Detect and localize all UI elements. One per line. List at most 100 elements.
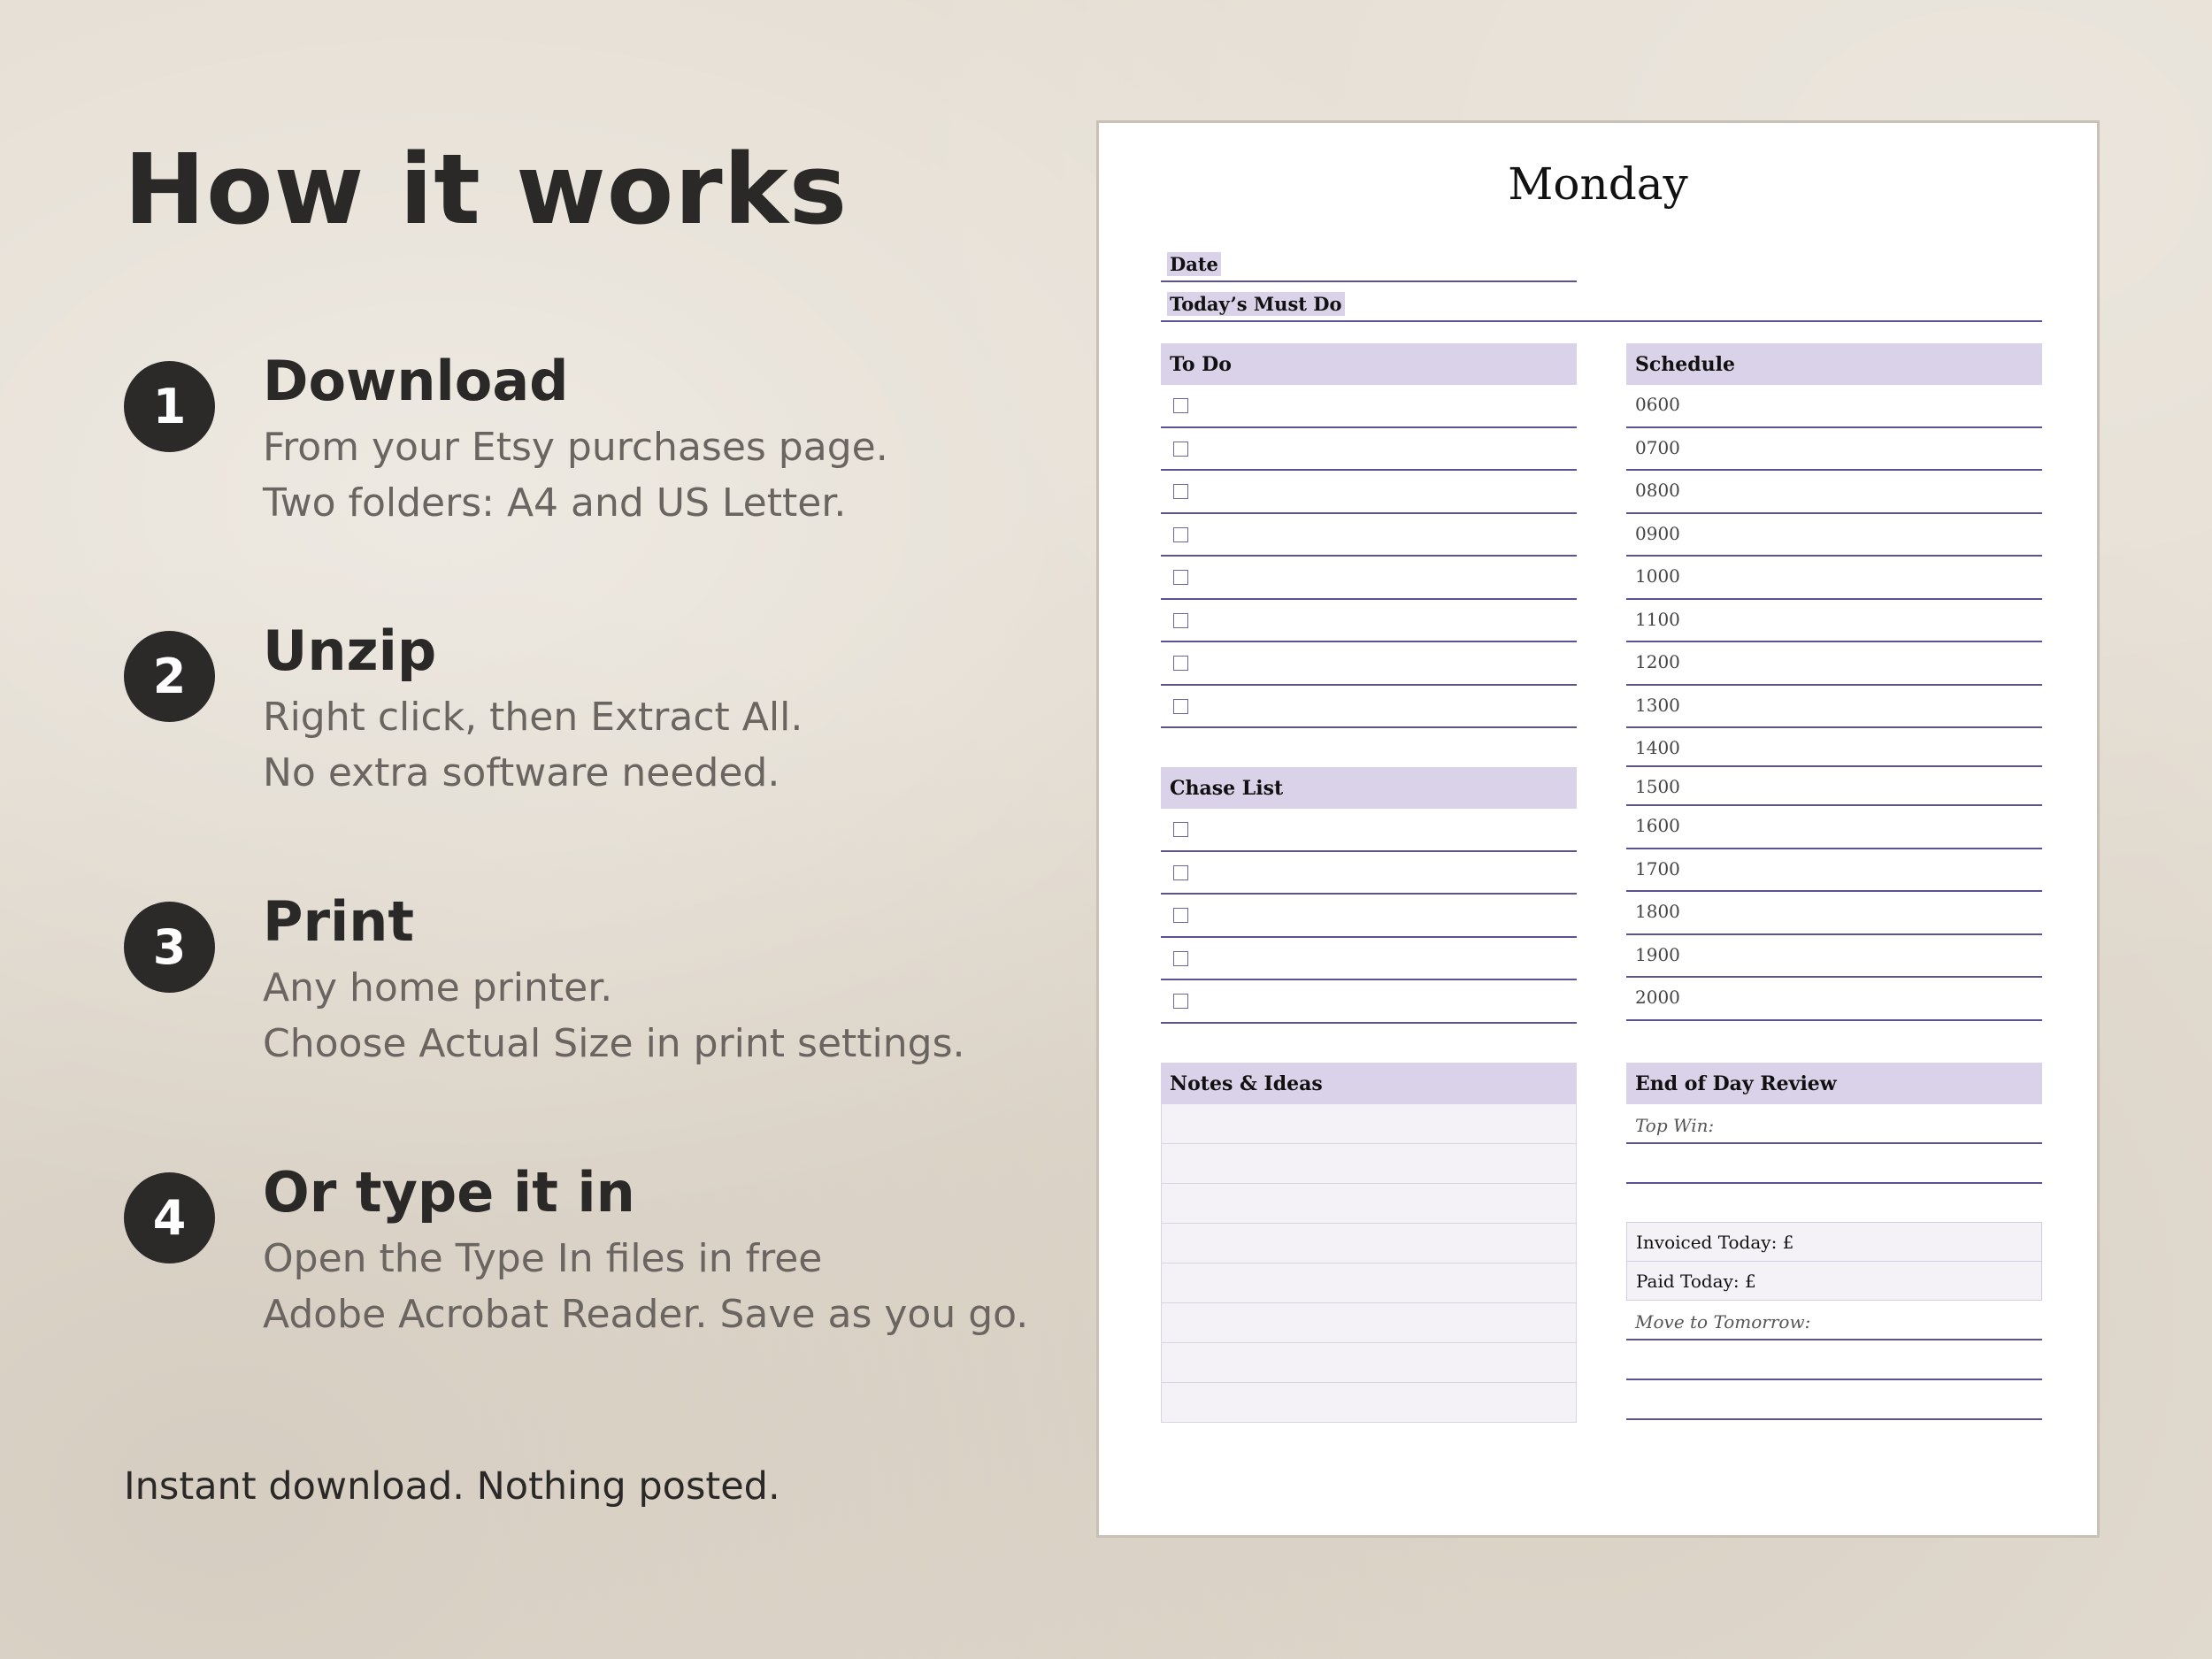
step-description: Choose Actual Size in print settings. bbox=[263, 1021, 965, 1066]
schedule-title: Schedule bbox=[1635, 352, 1736, 376]
schedule-time: 1300 bbox=[1635, 694, 1680, 716]
step-number-badge: 4 bbox=[124, 1172, 215, 1263]
todo-item[interactable] bbox=[1161, 428, 1577, 471]
step-download: 1 Download From your Etsy purchases page… bbox=[124, 349, 1062, 556]
paid-today-label: Paid Today: £ bbox=[1636, 1270, 1756, 1292]
todo-title: To Do bbox=[1170, 352, 1232, 376]
move-to-tomorrow-label: Move to Tomorrow: bbox=[1635, 1311, 1811, 1333]
step-number-badge: 2 bbox=[124, 631, 215, 722]
step-number-badge: 3 bbox=[124, 902, 215, 993]
schedule-slot[interactable]: 0800 bbox=[1626, 471, 2042, 514]
chase-list-item[interactable] bbox=[1161, 852, 1577, 895]
schedule-time: 1200 bbox=[1635, 651, 1680, 672]
schedule-slot[interactable]: 1000 bbox=[1626, 557, 2042, 600]
schedule-time: 0600 bbox=[1635, 394, 1680, 415]
step-description: Two folders: A4 and US Letter. bbox=[263, 480, 847, 526]
schedule-slot[interactable]: 1400 bbox=[1626, 728, 2042, 767]
notes-title: Notes & Ideas bbox=[1170, 1071, 1323, 1095]
chase-list-item[interactable] bbox=[1161, 895, 1577, 938]
checkbox[interactable] bbox=[1173, 484, 1188, 499]
notes-line[interactable] bbox=[1161, 1104, 1577, 1144]
chase-list-item[interactable] bbox=[1161, 938, 1577, 980]
notes-line[interactable] bbox=[1161, 1383, 1577, 1423]
todo-item[interactable] bbox=[1161, 471, 1577, 514]
top-win-field[interactable]: Top Win: bbox=[1626, 1104, 2042, 1144]
schedule-slot[interactable]: 0600 bbox=[1626, 385, 2042, 428]
schedule-slot[interactable]: 1100 bbox=[1626, 600, 2042, 642]
step-unzip: 2 Unzip Right click, then Extract All. N… bbox=[124, 618, 1062, 826]
checkbox[interactable] bbox=[1173, 908, 1188, 923]
step-description: Any home printer. bbox=[263, 965, 613, 1010]
notes-line[interactable] bbox=[1161, 1343, 1577, 1383]
chase-list-title: Chase List bbox=[1170, 776, 1284, 800]
checkbox[interactable] bbox=[1173, 994, 1188, 1009]
chase-list-item[interactable] bbox=[1161, 809, 1577, 852]
notes-line[interactable] bbox=[1161, 1184, 1577, 1224]
checkbox[interactable] bbox=[1173, 441, 1188, 457]
checkbox[interactable] bbox=[1173, 950, 1188, 966]
planner-sheet: Monday Date Today’s Must Do To Do Chase … bbox=[1096, 120, 2100, 1538]
must-do-label: Today’s Must Do bbox=[1167, 292, 1345, 316]
todo-item[interactable] bbox=[1161, 600, 1577, 642]
move-to-tomorrow-field[interactable]: Move to Tomorrow: bbox=[1626, 1301, 2042, 1340]
schedule-time: 1900 bbox=[1635, 943, 1680, 965]
todo-item[interactable] bbox=[1161, 557, 1577, 600]
schedule-time: 1500 bbox=[1635, 776, 1680, 797]
schedule-time: 1000 bbox=[1635, 565, 1680, 587]
checkbox[interactable] bbox=[1173, 864, 1188, 880]
schedule-slot[interactable]: 1200 bbox=[1626, 642, 2042, 686]
schedule-slot[interactable]: 2000 bbox=[1626, 978, 2042, 1021]
schedule-slot[interactable]: 1900 bbox=[1626, 935, 2042, 978]
schedule-time: 0700 bbox=[1635, 436, 1680, 458]
schedule-slot[interactable]: 1600 bbox=[1626, 806, 2042, 849]
schedule-slot[interactable]: 1700 bbox=[1626, 849, 2042, 892]
review-title: End of Day Review bbox=[1635, 1071, 1837, 1095]
paid-today-field[interactable]: Paid Today: £ bbox=[1626, 1261, 2042, 1301]
schedule-time: 0900 bbox=[1635, 522, 1680, 544]
checkbox[interactable] bbox=[1173, 698, 1188, 714]
notes-header: Notes & Ideas bbox=[1161, 1063, 1577, 1104]
todo-item[interactable] bbox=[1161, 686, 1577, 728]
notes-line[interactable] bbox=[1161, 1144, 1577, 1184]
top-win-extra-line[interactable] bbox=[1626, 1144, 2042, 1184]
notes-line[interactable] bbox=[1161, 1224, 1577, 1263]
step-description: No extra software needed. bbox=[263, 750, 780, 795]
schedule-slot[interactable]: 0700 bbox=[1626, 428, 2042, 471]
checkbox[interactable] bbox=[1173, 656, 1188, 671]
schedule-time: 1400 bbox=[1635, 737, 1680, 758]
schedule-time: 1100 bbox=[1635, 608, 1680, 630]
planner-day-title: Monday bbox=[1508, 158, 1688, 210]
todo-item[interactable] bbox=[1161, 385, 1577, 428]
step-number-badge: 1 bbox=[124, 361, 215, 452]
checkbox[interactable] bbox=[1173, 570, 1188, 585]
step-title: Unzip bbox=[263, 618, 437, 683]
schedule-slot[interactable]: 0900 bbox=[1626, 514, 2042, 557]
step-description: Adobe Acrobat Reader. Save as you go. bbox=[263, 1292, 1029, 1337]
step-print: 3 Print Any home printer. Choose Actual … bbox=[124, 889, 1062, 1096]
notes-line[interactable] bbox=[1161, 1303, 1577, 1343]
checkbox[interactable] bbox=[1173, 526, 1188, 542]
notes-line[interactable] bbox=[1161, 1263, 1577, 1303]
step-type-in: 4 Or type it in Open the Type In files i… bbox=[124, 1160, 1062, 1367]
schedule-slot[interactable]: 1800 bbox=[1626, 892, 2042, 935]
move-to-tomorrow-line[interactable] bbox=[1626, 1380, 2042, 1420]
todo-header: To Do bbox=[1161, 343, 1577, 385]
step-description: Right click, then Extract All. bbox=[263, 695, 803, 740]
schedule-slot[interactable]: 1500 bbox=[1626, 767, 2042, 806]
chase-list-item[interactable] bbox=[1161, 980, 1577, 1024]
schedule-time: 2000 bbox=[1635, 987, 1680, 1008]
todo-item[interactable] bbox=[1161, 642, 1577, 686]
chase-list-header: Chase List bbox=[1161, 767, 1577, 809]
schedule-time: 1800 bbox=[1635, 901, 1680, 922]
invoiced-today-field[interactable]: Invoiced Today: £ bbox=[1626, 1222, 2042, 1262]
todo-item[interactable] bbox=[1161, 514, 1577, 557]
move-to-tomorrow-line[interactable] bbox=[1626, 1340, 2042, 1380]
checkbox[interactable] bbox=[1173, 822, 1188, 837]
checkbox[interactable] bbox=[1173, 612, 1188, 628]
page-title: How it works bbox=[124, 133, 849, 246]
step-title: Download bbox=[263, 349, 569, 413]
schedule-header: Schedule bbox=[1626, 343, 2042, 385]
top-win-label: Top Win: bbox=[1635, 1115, 1715, 1136]
schedule-slot[interactable]: 1300 bbox=[1626, 686, 2042, 728]
checkbox[interactable] bbox=[1173, 398, 1188, 413]
